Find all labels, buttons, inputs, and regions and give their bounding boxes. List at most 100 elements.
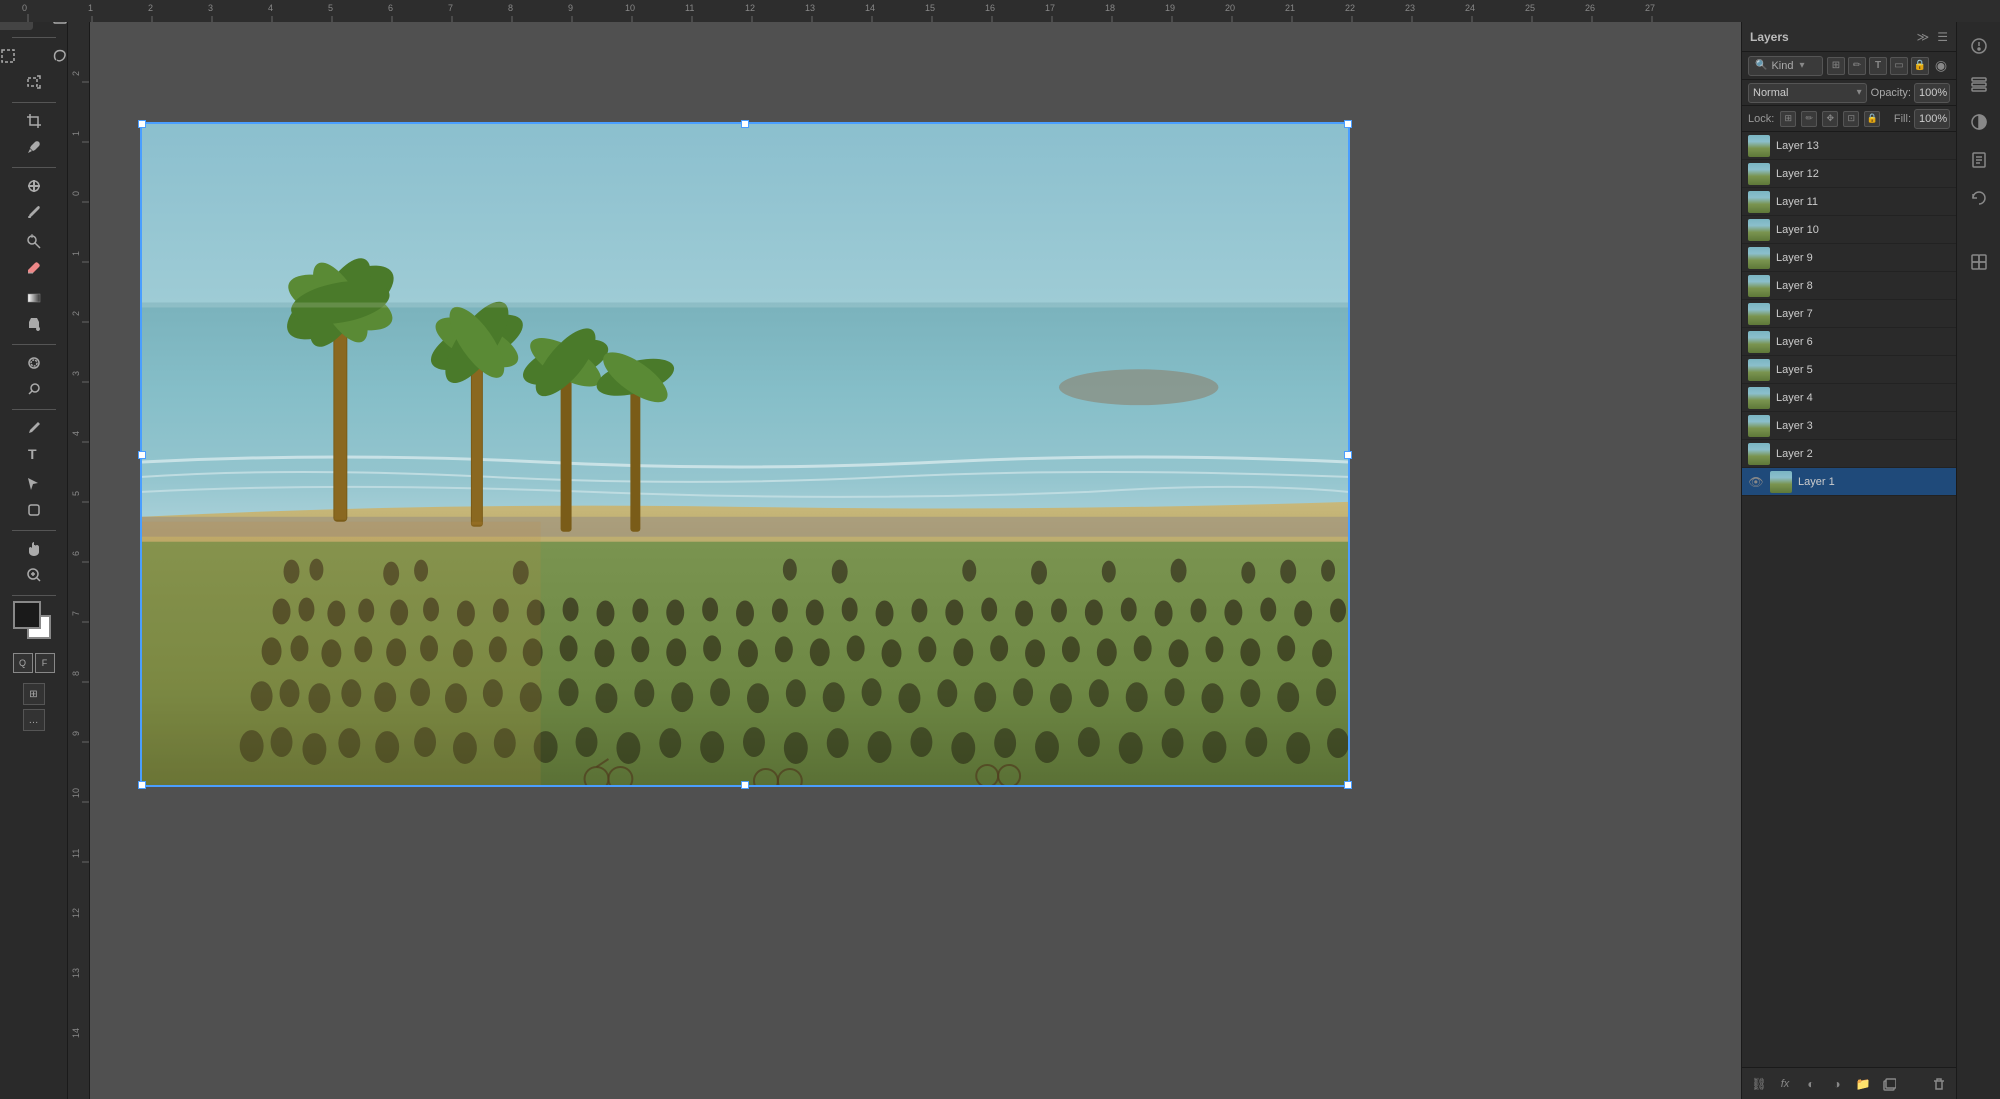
filter-toggle-icon[interactable]: ◉ <box>1932 57 1950 75</box>
hand-tool[interactable] <box>9 536 59 562</box>
type-tool[interactable]: T <box>9 441 59 467</box>
pen-tool[interactable] <box>9 415 59 441</box>
path-select-tool[interactable] <box>9 471 59 497</box>
shape-tool[interactable] <box>9 497 59 523</box>
handle-middle-left[interactable] <box>138 451 146 459</box>
history-panel-icon[interactable] <box>1963 182 1995 214</box>
lock-position-icon[interactable]: ✥ <box>1822 111 1838 127</box>
layer-item-2[interactable]: Layer 2 <box>1742 440 1956 468</box>
delete-layer-icon[interactable] <box>1928 1073 1950 1095</box>
layer-item-11[interactable]: Layer 11 <box>1742 188 1956 216</box>
fx-icon[interactable]: fx <box>1774 1073 1796 1095</box>
link-icon[interactable]: ⛓ <box>1748 1073 1770 1095</box>
tool-separator-5 <box>12 409 56 410</box>
layer-item-1[interactable]: 👁 Layer 1 <box>1742 468 1956 496</box>
tool-group-pen: T <box>0 415 67 467</box>
svg-text:26: 26 <box>1585 3 1595 13</box>
layers-panel: Layers ≫ ☰ 🔍 Kind ▾ ⊞ ✏ T ▭ 🔒 <box>1741 22 1956 1099</box>
filter-adjust-icon[interactable]: ✏ <box>1848 57 1866 75</box>
adjustments-panel-icon[interactable] <box>1963 106 1995 138</box>
canvas-document[interactable] <box>140 122 1350 787</box>
layer-item-7[interactable]: Layer 7 <box>1742 300 1956 328</box>
more-tools-icon[interactable]: … <box>23 709 45 731</box>
screen-mode[interactable]: F <box>35 653 55 673</box>
blur-tool[interactable] <box>9 350 59 376</box>
layers-list[interactable]: Layer 13 Layer 12 Layer 11 Layer 10 <box>1742 132 1956 1067</box>
fill-input[interactable]: 100% <box>1914 109 1950 129</box>
lock-artboard-icon[interactable]: ⊡ <box>1843 111 1859 127</box>
properties-panel-icon[interactable] <box>1963 30 1995 62</box>
layer-item-8[interactable]: Layer 8 <box>1742 272 1956 300</box>
zoom-tool[interactable] <box>9 562 59 588</box>
new-layer-icon[interactable] <box>1878 1073 1900 1095</box>
layer-item-6[interactable]: Layer 6 <box>1742 328 1956 356</box>
gradient-tool[interactable] <box>9 285 59 311</box>
layer-item-10[interactable]: Layer 10 <box>1742 216 1956 244</box>
crop-tool[interactable] <box>9 108 59 134</box>
layer-2-name: Layer 2 <box>1776 448 1950 460</box>
layers-menu-icon[interactable]: ☰ <box>1937 30 1948 44</box>
svg-text:16: 16 <box>985 3 995 13</box>
libraries-panel-icon[interactable] <box>1963 144 1995 176</box>
mode-icons: Q F <box>13 653 55 673</box>
layers-kind-label: Kind <box>1771 60 1793 72</box>
canvas-area[interactable] <box>90 22 1741 1099</box>
tool-group-fill <box>0 285 67 337</box>
layer-item-4[interactable]: Layer 4 <box>1742 384 1956 412</box>
layers-collapse-icon[interactable]: ≫ <box>1917 30 1930 44</box>
group-icon[interactable]: 📁 <box>1852 1073 1874 1095</box>
clone-stamp-tool[interactable] <box>9 229 59 255</box>
tool-separator-6 <box>12 530 56 531</box>
layer-item-3[interactable]: Layer 3 <box>1742 412 1956 440</box>
handle-middle-right[interactable] <box>1344 451 1352 459</box>
blend-mode-selector[interactable]: Normal ▾ <box>1748 83 1867 103</box>
svg-text:14: 14 <box>865 3 875 13</box>
filter-pixel-icon[interactable]: ⊞ <box>1827 57 1845 75</box>
eyedropper-tool[interactable] <box>9 134 59 160</box>
layer-item-12[interactable]: Layer 12 <box>1742 160 1956 188</box>
layer-item-5[interactable]: Layer 5 <box>1742 356 1956 384</box>
svg-text:23: 23 <box>1405 3 1415 13</box>
blend-opacity-row: Normal ▾ Opacity: 100% <box>1742 80 1956 106</box>
arrange-panel-icon[interactable] <box>1963 246 1995 278</box>
paint-bucket-tool[interactable] <box>9 311 59 337</box>
handle-bottom-left[interactable] <box>138 781 146 789</box>
channels-panel-icon[interactable] <box>1963 68 1995 100</box>
svg-text:15: 15 <box>925 3 935 13</box>
svg-text:5: 5 <box>71 491 81 496</box>
layer-item-13[interactable]: Layer 13 <box>1742 132 1956 160</box>
layer-9-name: Layer 9 <box>1776 252 1950 264</box>
handle-top-right[interactable] <box>1344 120 1352 128</box>
image-mode-icon[interactable]: ⊞ <box>23 683 45 705</box>
lock-all-icon[interactable]: 🔒 <box>1864 111 1880 127</box>
layer-1-visibility-icon[interactable]: 👁 <box>1748 474 1764 490</box>
adjustment-icon[interactable]: ◑ <box>1826 1073 1848 1095</box>
layer-item-9[interactable]: Layer 9 <box>1742 244 1956 272</box>
heal-tool[interactable] <box>9 173 59 199</box>
lock-paint-icon[interactable]: ✏ <box>1801 111 1817 127</box>
svg-text:2: 2 <box>71 71 81 76</box>
quick-mask-mode[interactable]: Q <box>13 653 33 673</box>
brush-tool[interactable] <box>9 199 59 225</box>
mask-icon[interactable]: ◐ <box>1800 1073 1822 1095</box>
handle-top-left[interactable] <box>138 120 146 128</box>
filter-smart-icon[interactable]: 🔒 <box>1911 57 1929 75</box>
layers-kind-search[interactable]: 🔍 Kind ▾ <box>1748 56 1823 76</box>
lock-transparent-icon[interactable]: ⊞ <box>1780 111 1796 127</box>
handle-top-center[interactable] <box>741 120 749 128</box>
layers-panel-header: Layers ≫ ☰ <box>1742 22 1956 52</box>
layers-title: Layers <box>1750 30 1789 44</box>
eraser-tool[interactable] <box>9 255 59 281</box>
handle-bottom-center[interactable] <box>741 781 749 789</box>
svg-text:4: 4 <box>268 3 273 13</box>
opacity-input[interactable]: 100% <box>1914 83 1950 103</box>
rect-marquee-tool[interactable] <box>0 43 33 69</box>
object-select-tool[interactable] <box>9 69 59 95</box>
handle-bottom-right[interactable] <box>1344 781 1352 789</box>
lasso-tool[interactable] <box>35 43 85 69</box>
foreground-color[interactable] <box>13 601 41 629</box>
filter-type-icon[interactable]: T <box>1869 57 1887 75</box>
dodge-tool[interactable] <box>9 376 59 402</box>
svg-text:3: 3 <box>71 371 81 376</box>
filter-shape-icon[interactable]: ▭ <box>1890 57 1908 75</box>
